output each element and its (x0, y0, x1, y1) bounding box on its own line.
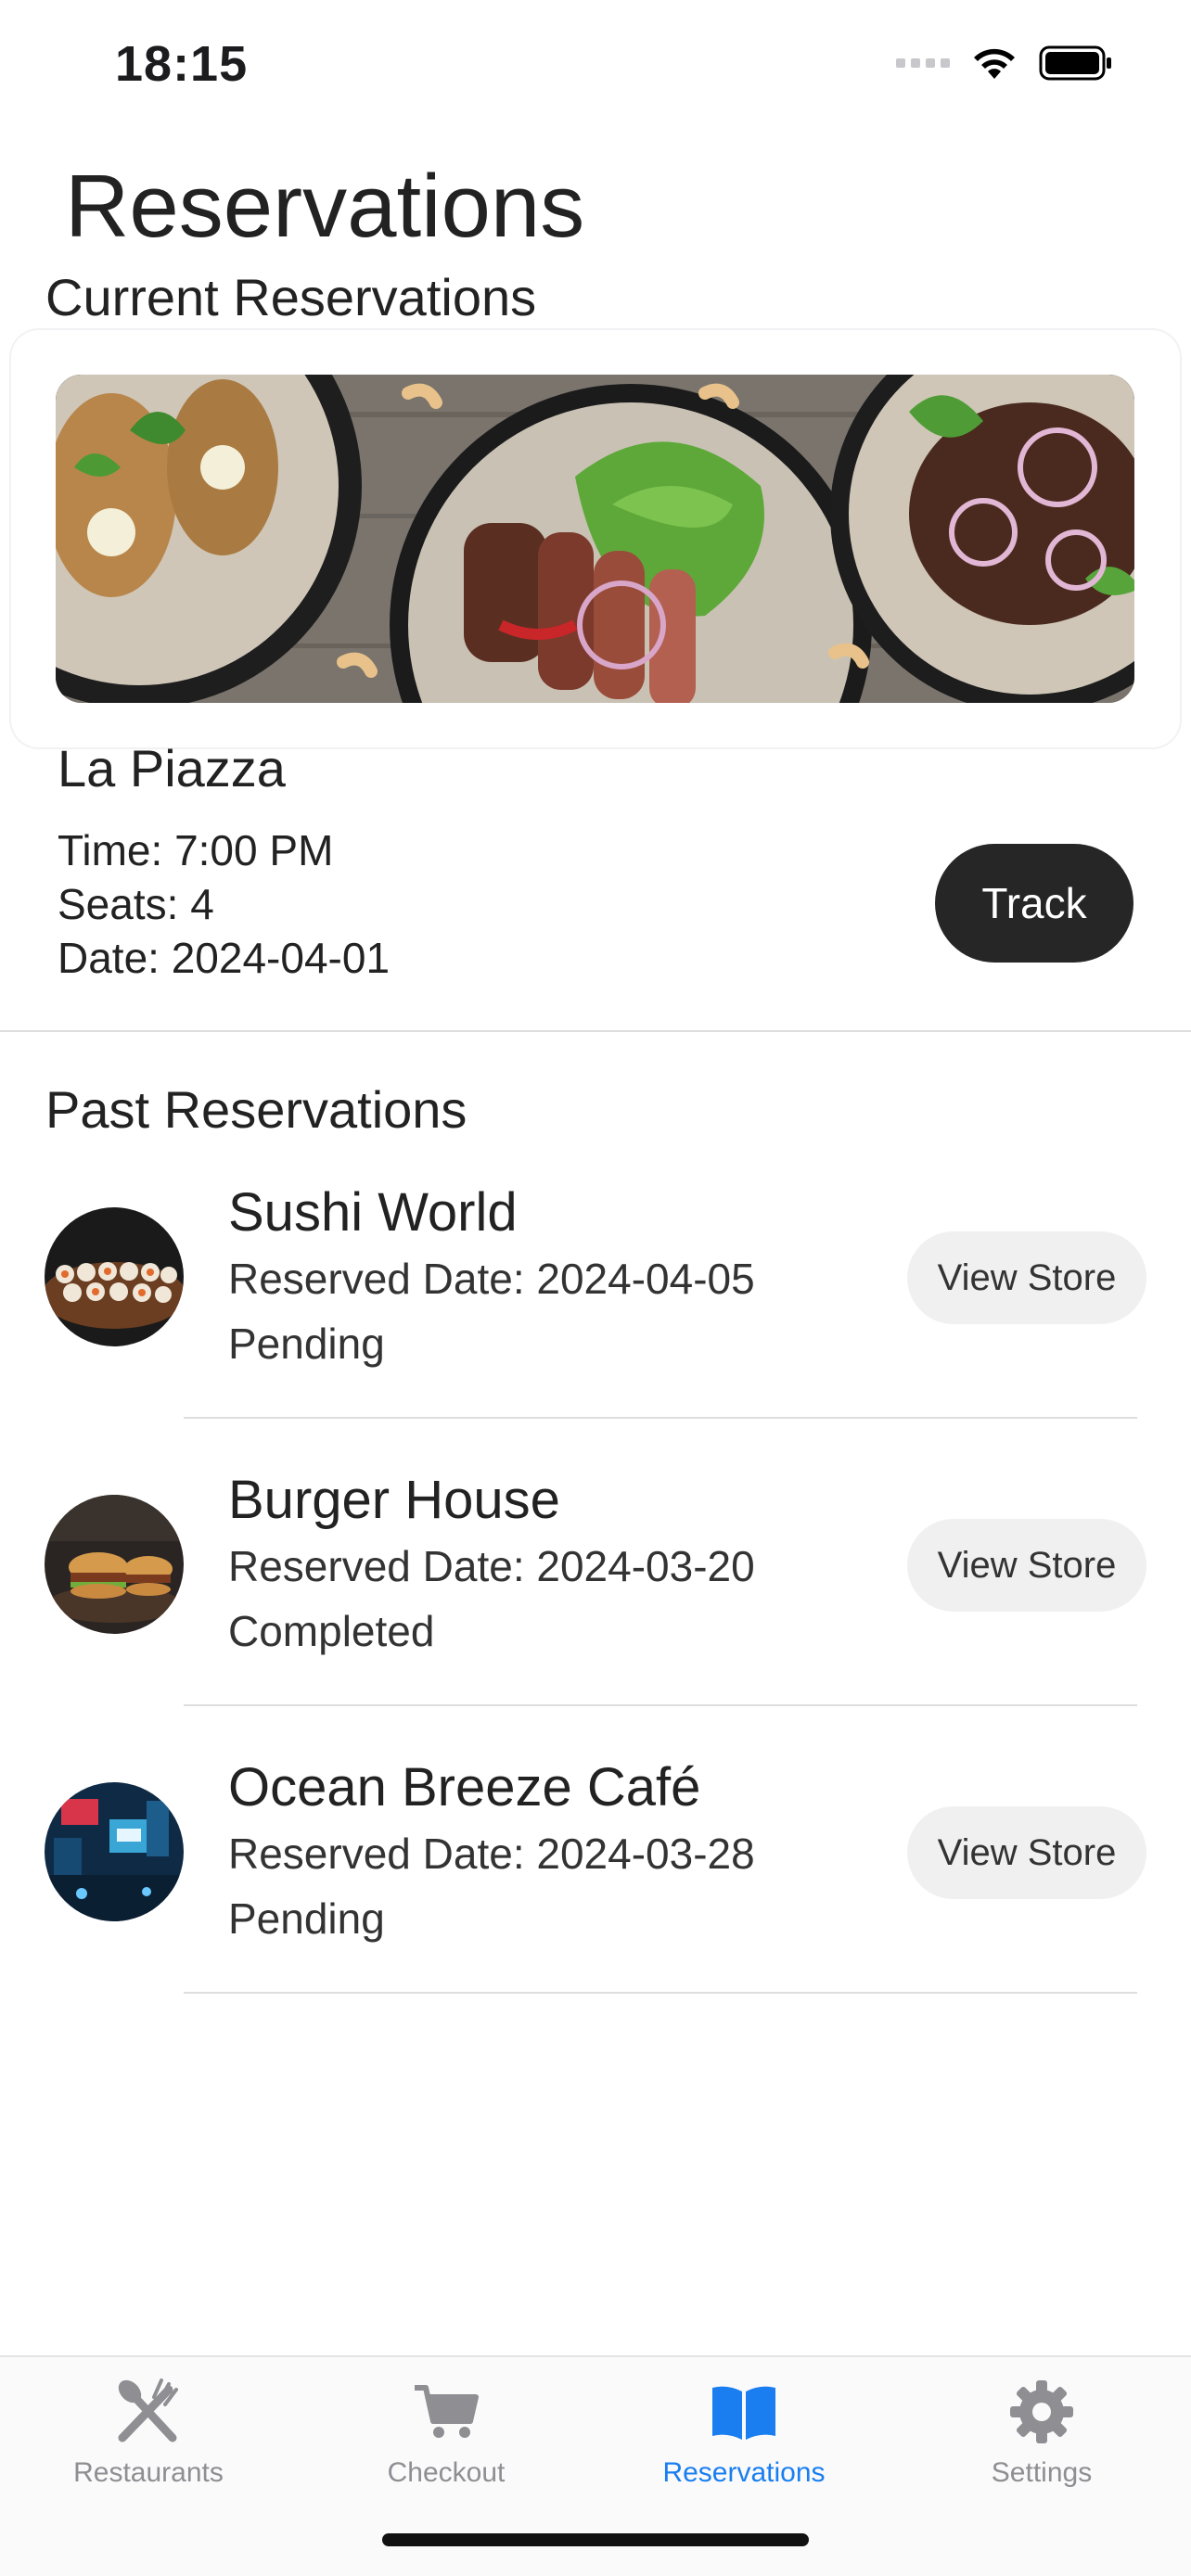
reserved-date: Reserved Date: 2024-03-28 (228, 1830, 755, 1878)
list-item: Sushi World Reserved Date: 2024-04-05 Pe… (0, 1150, 1191, 1437)
tab-label: Restaurants (73, 2457, 224, 2488)
gear-icon (1008, 2374, 1075, 2450)
restaurant-thumbnail (45, 1782, 184, 1921)
tab-settings[interactable]: Settings (893, 2374, 1190, 2513)
current-reservations-heading: Current Reservations (45, 268, 537, 326)
cellular-signal-icon (896, 58, 950, 68)
wifi-icon (970, 45, 1018, 81)
restaurant-name: Ocean Breeze Café (228, 1757, 701, 1817)
reserved-date: Reserved Date: 2024-04-05 (228, 1255, 755, 1303)
reservation-seats: Seats: 4 (58, 880, 214, 928)
view-store-button[interactable]: View Store (907, 1231, 1146, 1324)
book-icon (709, 2374, 779, 2450)
tab-restaurants[interactable]: Restaurants (0, 2374, 297, 2513)
home-indicator[interactable] (382, 2533, 809, 2546)
view-store-button[interactable]: View Store (907, 1806, 1146, 1899)
tab-label: Reservations (662, 2457, 826, 2488)
battery-icon (1039, 45, 1113, 82)
row-divider (184, 1417, 1137, 1419)
reservation-status: Pending (228, 1894, 385, 1943)
list-item: Ocean Breeze Café Reserved Date: 2024-03… (0, 1725, 1191, 2012)
view-store-button[interactable]: View Store (907, 1519, 1146, 1612)
tab-label: Checkout (387, 2457, 506, 2488)
status-icons (896, 45, 1113, 82)
restaurant-hero-image (56, 375, 1134, 703)
fork-knife-icon (113, 2374, 184, 2450)
past-reservations-heading: Past Reservations (45, 1080, 467, 1139)
track-button[interactable]: Track (935, 844, 1133, 963)
restaurant-thumbnail (45, 1495, 184, 1634)
current-reservation-details: Time: 7:00 PM Seats: 4 Date: 2024-04-01 (58, 823, 390, 985)
cart-icon (413, 2374, 480, 2450)
tab-reservations[interactable]: Reservations (596, 2374, 892, 2513)
reservation-status: Pending (228, 1320, 385, 1368)
status-bar: 18:15 (0, 0, 1191, 139)
tab-checkout[interactable]: Checkout (298, 2374, 595, 2513)
row-divider (184, 1704, 1137, 1706)
status-time: 18:15 (115, 36, 249, 92)
reservation-time: Time: 7:00 PM (58, 826, 334, 874)
row-divider (184, 1992, 1137, 1994)
section-divider (0, 1030, 1191, 1032)
reserved-date: Reserved Date: 2024-03-20 (228, 1542, 755, 1590)
restaurant-name: Sushi World (228, 1182, 518, 1243)
restaurant-thumbnail (45, 1207, 184, 1346)
current-restaurant-name: La Piazza (58, 739, 286, 797)
page-title: Reservations (65, 157, 585, 256)
reservation-status: Completed (228, 1607, 435, 1655)
list-item: Burger House Reserved Date: 2024-03-20 C… (0, 1437, 1191, 1725)
restaurant-name: Burger House (228, 1470, 560, 1530)
tab-label: Settings (991, 2457, 1093, 2488)
reservation-date: Date: 2024-04-01 (58, 934, 391, 982)
